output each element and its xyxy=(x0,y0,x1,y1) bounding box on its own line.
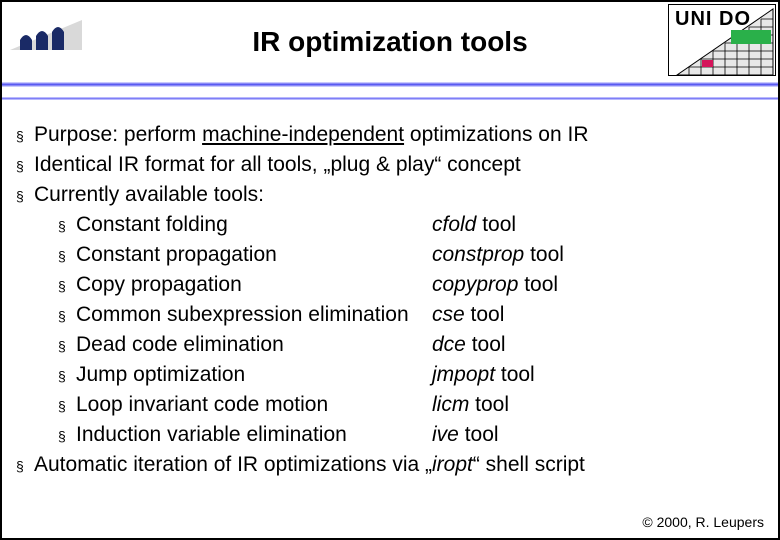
tool-name: Dead code elimination xyxy=(76,330,432,360)
tool-suffix: tool xyxy=(465,303,505,326)
unido-logo-label: UNI DO xyxy=(675,8,751,31)
slide-body: § Purpose: perform machine-independent o… xyxy=(16,120,764,480)
bullet-automatic-iteration: § Automatic iteration of IR optimization… xyxy=(16,450,764,480)
tool-command: jmpopt xyxy=(432,363,495,386)
bullet-identical-ir: § Identical IR format for all tools, „pl… xyxy=(16,150,764,180)
tool-suffix: tool xyxy=(524,243,564,266)
tool-name: Constant folding xyxy=(76,210,432,240)
tool-name: Loop invariant code motion xyxy=(76,390,432,420)
tool-row: § Induction variable elimination ive too… xyxy=(16,420,764,450)
tool-name: Constant propagation xyxy=(76,240,432,270)
tool-name: Copy propagation xyxy=(76,270,432,300)
divider-rules xyxy=(2,82,778,100)
tool-name: Induction variable elimination xyxy=(76,420,432,450)
tool-command: cse xyxy=(432,303,465,326)
text-segment: Purpose: perform xyxy=(34,123,202,146)
tool-command: licm xyxy=(432,393,469,416)
bullet-icon: § xyxy=(16,122,34,150)
tool-name: Jump optimization xyxy=(76,360,432,390)
tool-suffix: tool xyxy=(469,393,509,416)
text-underlined: machine-independent xyxy=(202,123,404,146)
text-line: Identical IR format for all tools, „plug… xyxy=(34,150,764,180)
tool-suffix: tool xyxy=(466,333,506,356)
text-segment: Automatic iteration of IR optimizations … xyxy=(34,453,432,476)
bullet-icon: § xyxy=(58,212,76,240)
bullet-icon: § xyxy=(16,182,34,210)
tool-row: § Loop invariant code motion licm tool xyxy=(16,390,764,420)
tool-name: Common subexpression elimination xyxy=(76,300,432,330)
bullet-icon: § xyxy=(58,242,76,270)
bullet-icon: § xyxy=(16,452,34,480)
tool-row: § Common subexpression elimination cse t… xyxy=(16,300,764,330)
tool-row: § Constant propagation constprop tool xyxy=(16,240,764,270)
tool-row: § Jump optimization jmpopt tool xyxy=(16,360,764,390)
bullet-icon: § xyxy=(58,362,76,390)
bullet-icon: § xyxy=(58,272,76,300)
tool-command: ive xyxy=(432,423,459,446)
unido-logo: UNI DO xyxy=(668,4,776,76)
tool-suffix: tool xyxy=(476,213,516,236)
bullet-icon: § xyxy=(58,332,76,360)
text-italic: iropt xyxy=(432,453,473,476)
tool-row: § Constant folding cfold tool xyxy=(16,210,764,240)
bullet-icon: § xyxy=(16,152,34,180)
tool-row: § Dead code elimination dce tool xyxy=(16,330,764,360)
slide-header: IR optimization tools UNI DO xyxy=(2,2,778,80)
tool-suffix: tool xyxy=(459,423,499,446)
text-segment: “ shell script xyxy=(473,453,585,476)
tool-suffix: tool xyxy=(495,363,535,386)
tool-suffix: tool xyxy=(518,273,558,296)
tool-row: § Copy propagation copyprop tool xyxy=(16,270,764,300)
bullet-available-tools: § Currently available tools: xyxy=(16,180,764,210)
text-line: Currently available tools: xyxy=(34,180,764,210)
copyright-footer: © 2000, R. Leupers xyxy=(642,514,764,530)
bullet-icon: § xyxy=(58,422,76,450)
tool-command: constprop xyxy=(432,243,524,266)
text-segment: optimizations on IR xyxy=(404,123,588,146)
tool-command: copyprop xyxy=(432,273,518,296)
bullet-icon: § xyxy=(58,392,76,420)
tool-command: dce xyxy=(432,333,466,356)
bullet-purpose: § Purpose: perform machine-independent o… xyxy=(16,120,764,150)
tool-command: cfold xyxy=(432,213,476,236)
slide-title: IR optimization tools xyxy=(2,26,778,58)
bullet-icon: § xyxy=(58,302,76,330)
